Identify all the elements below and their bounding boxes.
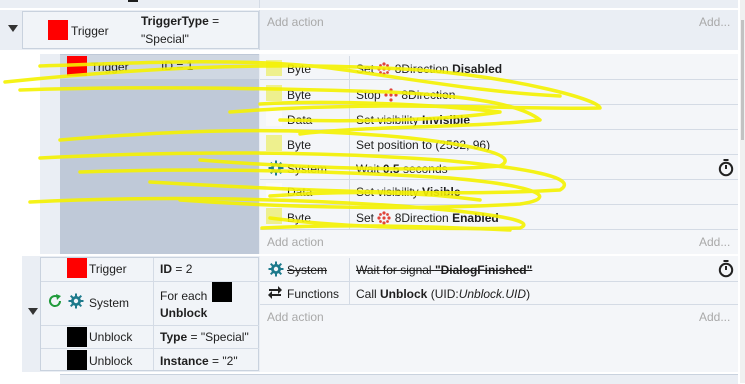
system-gear-icon: [268, 261, 284, 277]
condition-object-name: Trigger: [71, 24, 109, 38]
top-cut-object-label: [128, 0, 138, 2]
data-object-icon: [266, 110, 282, 126]
condition-param: ID = 1: [161, 59, 194, 73]
condition-param[interactable]: TriggerType =: [141, 14, 219, 28]
action-object-name: System: [287, 162, 328, 176]
behavior-dots-icon: [384, 88, 398, 102]
byte-object-icon: [266, 208, 282, 224]
action-object-name: Byte: [287, 138, 312, 152]
condition-value: "Special": [141, 32, 189, 46]
trigger-object-icon: [67, 258, 87, 278]
functions-arrows-icon: [267, 284, 283, 300]
add-more-link[interactable]: Add...: [699, 15, 730, 29]
action-text[interactable]: Set visibility Invisible: [356, 113, 470, 127]
loop-icon: [47, 293, 63, 309]
unblock-object-icon: [67, 350, 87, 370]
behavior-dots-icon: [377, 211, 391, 225]
action-text[interactable]: Stop 8Direction: [356, 88, 455, 102]
action-text[interactable]: Call Unblock (UID:Unblock.UID): [356, 287, 530, 301]
byte-object-icon: [266, 60, 282, 76]
action-text[interactable]: Set 8Direction Disabled: [356, 62, 502, 76]
condition-object-name: Unblock: [89, 330, 133, 344]
behavior-dots-icon: [377, 62, 391, 76]
condition-object-name: System: [89, 296, 130, 310]
system-gear-icon: [68, 293, 84, 309]
action-object-name: Functions: [287, 287, 340, 301]
add-more-link[interactable]: Add...: [699, 235, 730, 249]
param-eq: =: [212, 14, 220, 28]
action-text[interactable]: Wait 0.5 seconds: [356, 162, 448, 176]
condition-param[interactable]: Type = "Special": [160, 330, 249, 344]
condition-param-object: Unblock: [160, 306, 208, 320]
action-object-name: Byte: [287, 88, 312, 102]
condition-param[interactable]: For each: [160, 289, 207, 303]
add-action-link[interactable]: Add action: [267, 235, 324, 249]
byte-object-icon: [266, 85, 282, 101]
stopwatch-icon: [718, 260, 734, 278]
action-object-name: Data: [287, 185, 313, 199]
action-object-name-disabled: System: [287, 263, 328, 277]
add-more-link[interactable]: Add...: [699, 310, 730, 324]
unblock-object-icon: [212, 282, 232, 302]
trigger-object-icon: [48, 20, 68, 40]
add-action-link[interactable]: Add action: [267, 310, 324, 324]
action-text[interactable]: Set position to (2592, 96): [356, 138, 490, 152]
action-object-name: Byte: [287, 211, 312, 225]
condition-param[interactable]: ID = 2: [160, 262, 192, 276]
action-text[interactable]: Set 8Direction Enabled: [356, 211, 499, 225]
condition-object-name: Unblock: [89, 354, 133, 368]
action-object-name: Data: [287, 113, 313, 127]
top-cut-row: [0, 0, 738, 8]
add-action-link[interactable]: Add action: [267, 15, 324, 29]
stopwatch-icon: [718, 159, 734, 177]
trigger-object-icon: [67, 56, 87, 76]
event1-condition-row[interactable]: [60, 55, 259, 79]
action-text[interactable]: Set visibility Visible: [356, 185, 461, 199]
scrollbar-thumb[interactable]: [741, 20, 744, 140]
action-text-disabled[interactable]: Wait for signal "DialogFinished": [356, 263, 532, 277]
condition-object-name: Trigger: [91, 60, 129, 74]
data-object-icon: [266, 183, 282, 199]
action-object-name: Byte: [287, 62, 312, 76]
condition-object-name: Trigger: [89, 262, 127, 276]
unblock-object-icon: [67, 327, 87, 347]
collapse-arrow-icon[interactable]: [28, 308, 38, 316]
collapse-arrow-icon[interactable]: [8, 25, 18, 33]
event1-condition-area-selected[interactable]: [60, 54, 259, 254]
param-key: TriggerType: [141, 14, 209, 28]
system-gear-icon: [268, 160, 284, 176]
condition-param[interactable]: Instance = "2": [160, 354, 238, 368]
byte-object-icon: [266, 135, 282, 151]
